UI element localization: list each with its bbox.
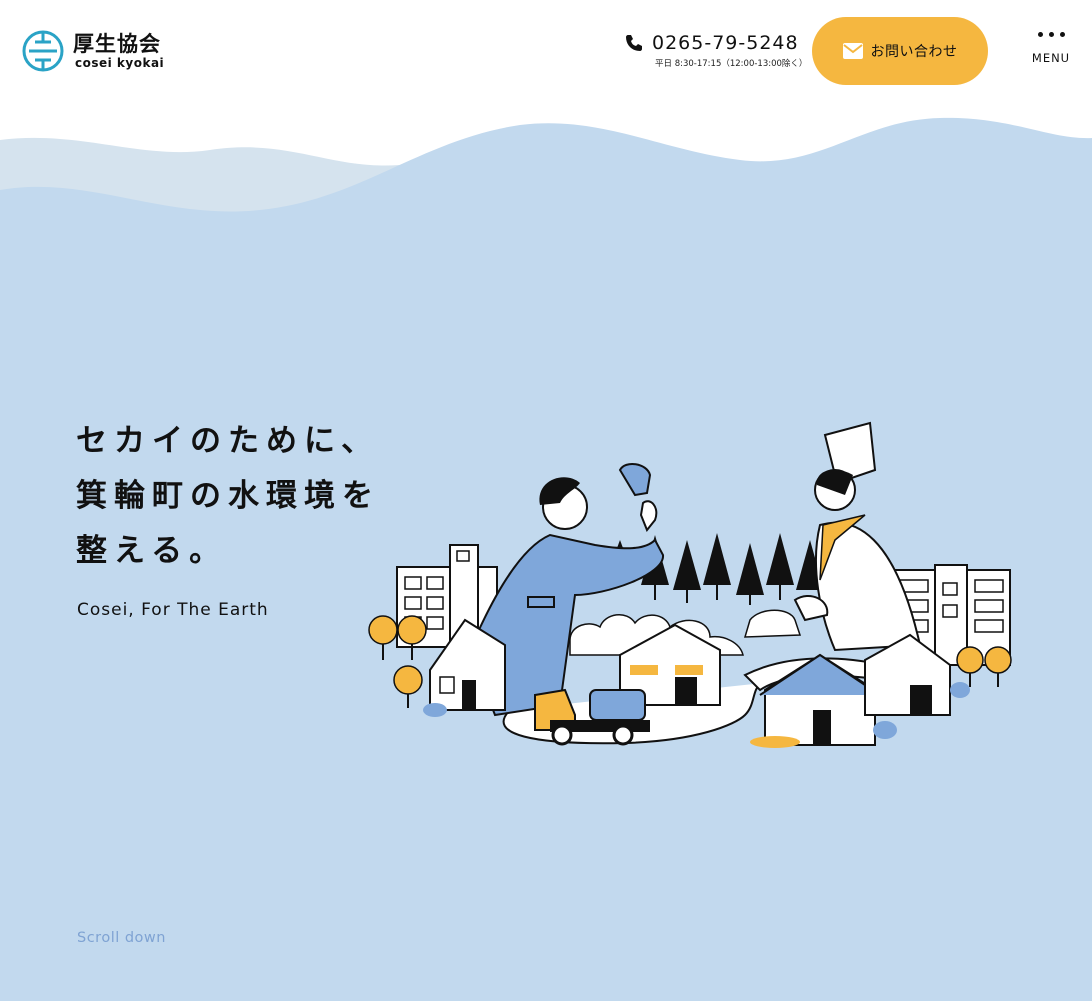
phone-icon: [626, 35, 642, 51]
contact-button[interactable]: お問い合わせ: [812, 17, 988, 85]
menu-label: MENU: [1031, 51, 1071, 65]
logo-name-jp: 厚生協会: [73, 32, 161, 56]
phone-hours: 平日 8:30-17:15（12:00-13:00除く）: [655, 59, 808, 69]
headline-line-3: 整える。: [76, 533, 228, 569]
menu-dots-icon: [1031, 32, 1071, 37]
menu-button[interactable]: MENU: [1031, 32, 1071, 65]
headline-line-1: セカイのために、: [76, 423, 380, 459]
hero-headline: セカイのために、 箕輪町の水環境を 整える。: [76, 414, 380, 579]
scroll-down-link[interactable]: Scroll down: [77, 930, 166, 946]
contact-button-label: お問い合わせ: [870, 44, 958, 60]
logo-name-en: cosei kyokai: [75, 56, 165, 70]
phone-contact[interactable]: 0265-79-5248 平日 8:30-17:15（12:00-13:00除く…: [625, 32, 807, 69]
phone-number: 0265-79-5248: [652, 32, 799, 54]
headline-line-2: 箕輪町の水環境を: [76, 478, 380, 514]
town-illustration: [368, 421, 1012, 748]
mail-icon: [842, 43, 863, 59]
site-logo[interactable]: 厚生協会 cosei kyokai: [21, 28, 164, 74]
hero-tagline: Cosei, For The Earth: [77, 600, 269, 620]
logo-mark-icon: [22, 30, 64, 72]
